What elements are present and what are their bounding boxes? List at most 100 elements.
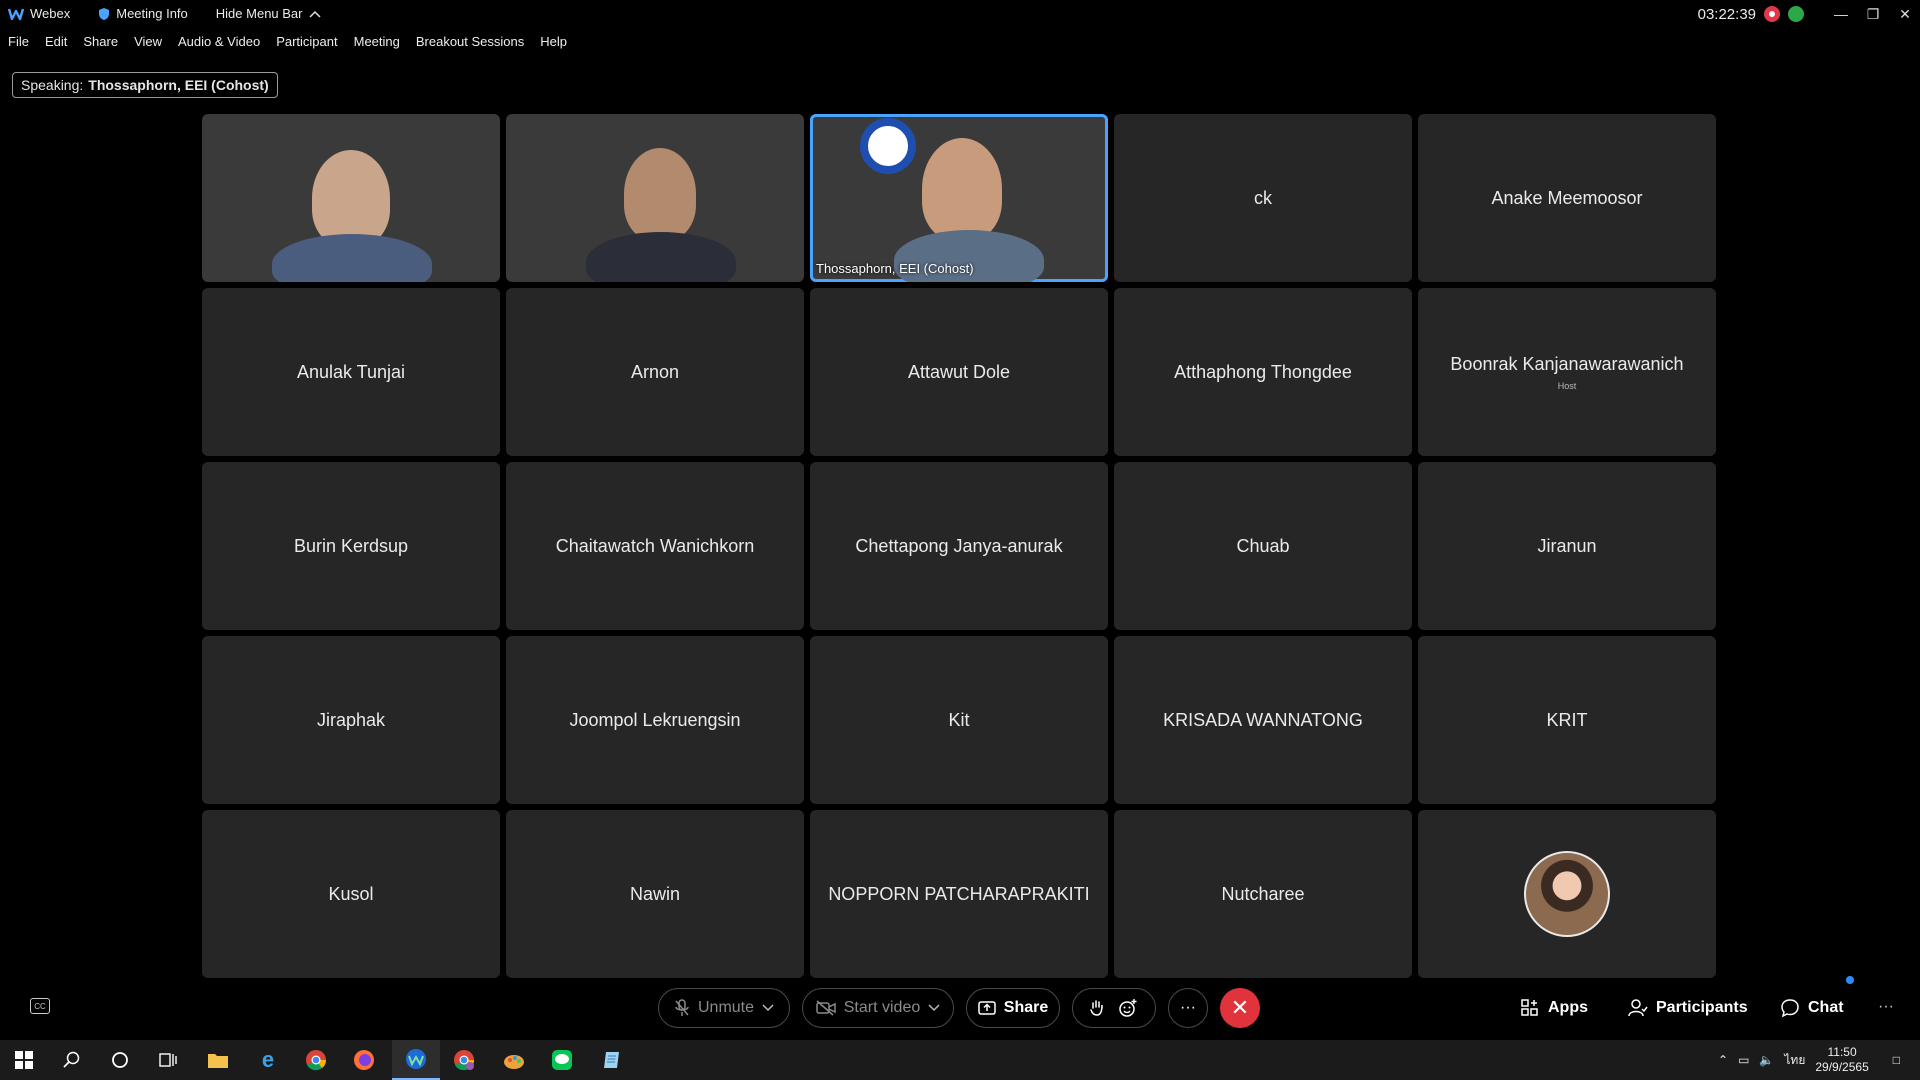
- speaking-label: Speaking:: [21, 77, 84, 93]
- notifications-icon[interactable]: □: [1893, 1053, 1900, 1067]
- menu-audio-video[interactable]: Audio & Video: [178, 34, 260, 49]
- menu-meeting[interactable]: Meeting: [354, 34, 400, 49]
- participant-tile[interactable]: Chettapong Janya-anurak: [810, 462, 1108, 630]
- participant-name: Jiraphak: [316, 709, 386, 730]
- participant-tile[interactable]: Kusol: [202, 810, 500, 978]
- participant-name: Anake Meemoosor: [1491, 187, 1643, 208]
- participant-tile[interactable]: Chaitawatch Wanichkorn: [506, 462, 804, 630]
- recording-icon[interactable]: [1764, 6, 1780, 22]
- share-button[interactable]: Share: [966, 988, 1060, 1028]
- participant-video-body: [586, 232, 736, 282]
- system-time: 11:50: [1827, 1045, 1857, 1059]
- unmute-label: Unmute: [697, 999, 755, 1016]
- internet-explorer-icon[interactable]: e: [254, 1046, 282, 1074]
- menu-bar: File Edit Share View Audio & Video Parti…: [8, 34, 567, 49]
- chevron-down-icon[interactable]: [762, 1004, 774, 1012]
- meeting-info-button[interactable]: Meeting Info: [98, 6, 188, 21]
- participants-label: Participants: [1656, 999, 1748, 1016]
- more-options-button[interactable]: ···: [1168, 988, 1208, 1028]
- participant-name: Nawin: [629, 883, 681, 904]
- participant-tile[interactable]: Anake Meemoosor: [1418, 114, 1716, 282]
- participant-name: Burin Kerdsup: [293, 535, 409, 556]
- menu-help[interactable]: Help: [540, 34, 567, 49]
- notepad-icon[interactable]: [598, 1046, 626, 1074]
- participant-tile[interactable]: Nutcharee: [1114, 810, 1412, 978]
- close-window-button[interactable]: ✕: [1890, 6, 1920, 23]
- participant-name: Thossaphorn, EEI (Cohost): [816, 261, 974, 276]
- participant-tile[interactable]: ck: [1114, 114, 1412, 282]
- participant-tile[interactable]: Burin Kerdsup: [202, 462, 500, 630]
- network-status-icon[interactable]: [1788, 6, 1804, 22]
- reactions-icon[interactable]: [1118, 998, 1138, 1018]
- cortana-icon[interactable]: [106, 1046, 134, 1074]
- participant-video-body: [272, 234, 432, 282]
- participant-tile[interactable]: KRISADA WANNATONG: [1114, 636, 1412, 804]
- system-clock[interactable]: 11:50 29/9/2565: [1815, 1045, 1868, 1075]
- menu-file[interactable]: File: [8, 34, 29, 49]
- participants-button[interactable]: Participants: [1628, 988, 1748, 1028]
- more-panels-button[interactable]: ···: [1878, 998, 1894, 1016]
- webex-logo-icon: [8, 8, 24, 20]
- participant-name: Arnon: [630, 361, 680, 382]
- chrome-profile-icon[interactable]: [450, 1046, 478, 1074]
- task-view-icon[interactable]: [154, 1046, 182, 1074]
- participant-tile-host[interactable]: Boonrak Kanjanawarawanich Host: [1418, 288, 1716, 456]
- minimize-button[interactable]: —: [1826, 6, 1856, 22]
- webex-taskbar-icon[interactable]: [392, 1040, 440, 1080]
- participant-video-tile-active-speaker[interactable]: Thossaphorn, EEI (Cohost): [810, 114, 1108, 282]
- participant-name: KRIT: [1546, 709, 1588, 730]
- input-language-indicator[interactable]: ไทย: [1784, 1051, 1805, 1070]
- participant-tile[interactable]: Kit: [810, 636, 1108, 804]
- participant-tile[interactable]: Joompol Lekruengsin: [506, 636, 804, 804]
- participant-video-tile[interactable]: [506, 114, 804, 282]
- participant-tile[interactable]: Arnon: [506, 288, 804, 456]
- search-icon[interactable]: [58, 1046, 86, 1074]
- participant-tile[interactable]: NOPPORN PATCHARAPRAKITI: [810, 810, 1108, 978]
- reactions-group: [1072, 988, 1156, 1028]
- participant-tile[interactable]: Attawut Dole: [810, 288, 1108, 456]
- apps-button[interactable]: Apps: [1520, 988, 1588, 1028]
- menu-edit[interactable]: Edit: [45, 34, 67, 49]
- host-badge: Host: [1557, 380, 1577, 391]
- participant-tile-avatar[interactable]: [1418, 810, 1716, 978]
- restore-button[interactable]: ❐: [1858, 6, 1888, 23]
- participant-tile[interactable]: KRIT: [1418, 636, 1716, 804]
- participant-name: Boonrak Kanjanawarawanich: [1450, 353, 1684, 374]
- app-name: Webex: [30, 6, 71, 21]
- chat-button[interactable]: Chat: [1780, 988, 1844, 1028]
- participant-tile[interactable]: Atthaphong Thongdee: [1114, 288, 1412, 456]
- network-icon[interactable]: ▭: [1738, 1053, 1749, 1067]
- participant-tile[interactable]: Nawin: [506, 810, 804, 978]
- participant-tile[interactable]: Anulak Tunjai: [202, 288, 500, 456]
- paint-app-icon[interactable]: [500, 1046, 528, 1074]
- participant-name: Chettapong Janya-anurak: [855, 535, 1063, 556]
- participant-video-tile[interactable]: [202, 114, 500, 282]
- menu-participant[interactable]: Participant: [276, 34, 337, 49]
- participant-tile[interactable]: Jiranun: [1418, 462, 1716, 630]
- windows-start-icon[interactable]: [10, 1046, 38, 1074]
- unmute-button[interactable]: Unmute: [658, 988, 790, 1028]
- meeting-controls: CC Unmute Start video Share ··· ✕ Apps P…: [0, 976, 1920, 1032]
- chrome-icon[interactable]: [302, 1046, 330, 1074]
- raise-hand-icon[interactable]: [1090, 999, 1104, 1017]
- chevron-up-icon[interactable]: ⌃: [1718, 1053, 1728, 1067]
- hide-menu-bar-button[interactable]: Hide Menu Bar: [216, 6, 321, 21]
- system-date: 29/9/2565: [1815, 1060, 1869, 1074]
- volume-icon[interactable]: 🔈: [1759, 1053, 1774, 1067]
- company-logo-icon: [860, 118, 916, 174]
- menu-breakout-sessions[interactable]: Breakout Sessions: [416, 34, 524, 49]
- app-title[interactable]: Webex: [8, 6, 70, 21]
- captions-icon[interactable]: CC: [30, 998, 50, 1014]
- end-meeting-button[interactable]: ✕: [1220, 988, 1260, 1028]
- menu-share[interactable]: Share: [83, 34, 118, 49]
- start-video-button[interactable]: Start video: [802, 988, 954, 1028]
- participant-tile[interactable]: Jiraphak: [202, 636, 500, 804]
- participant-name: Chaitawatch Wanichkorn: [555, 535, 755, 556]
- line-app-icon[interactable]: [548, 1046, 576, 1074]
- chevron-down-icon[interactable]: [928, 1004, 940, 1012]
- menu-view[interactable]: View: [134, 34, 162, 49]
- file-explorer-icon[interactable]: [204, 1046, 232, 1074]
- participant-name: Joompol Lekruengsin: [569, 709, 741, 730]
- firefox-icon[interactable]: [350, 1046, 378, 1074]
- participant-tile[interactable]: Chuab: [1114, 462, 1412, 630]
